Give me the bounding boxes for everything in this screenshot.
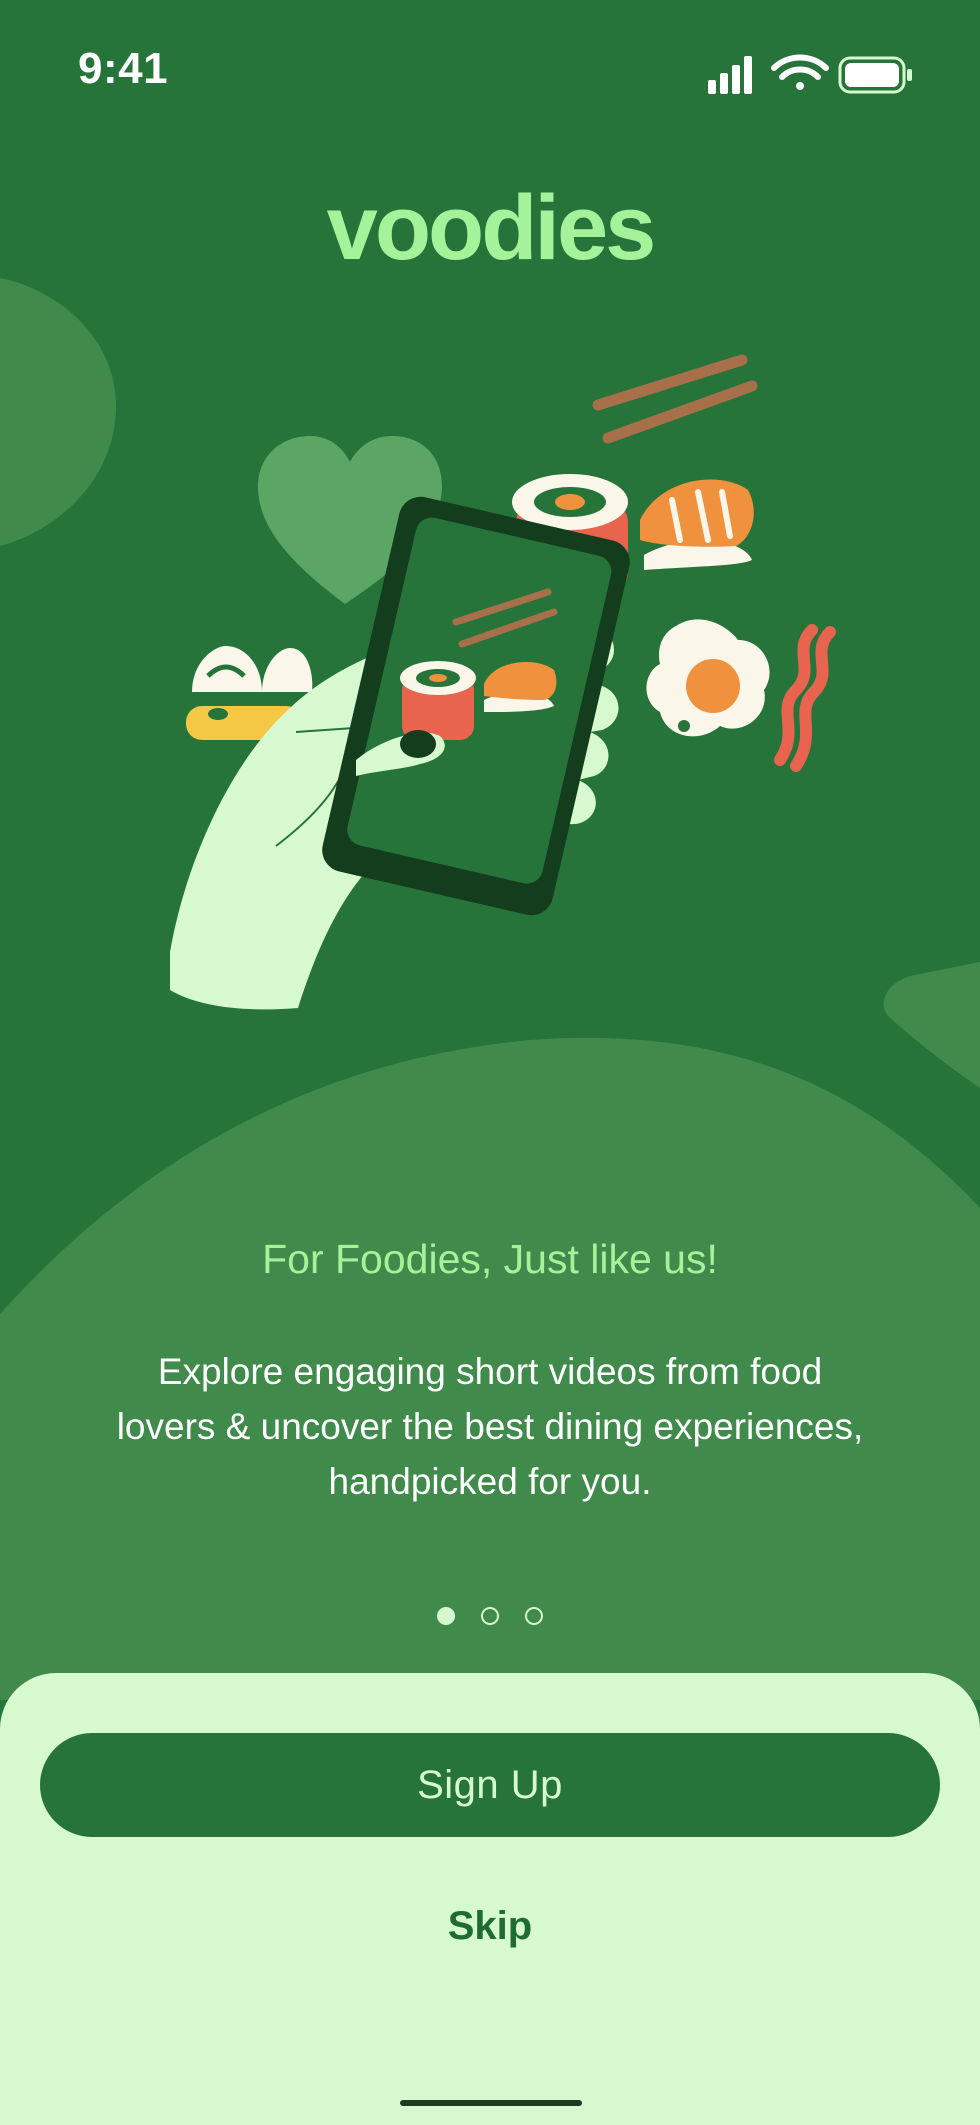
egg-icon	[646, 619, 770, 737]
status-icons	[708, 54, 912, 94]
sign-up-button[interactable]: Sign Up	[40, 1733, 940, 1837]
status-bar: 9:41	[0, 0, 980, 140]
onboarding-description: Explore engaging short videos from food …	[116, 1351, 864, 1502]
left-blob	[0, 278, 117, 546]
thumbnail-nail	[400, 730, 436, 758]
page-dot-2[interactable]	[481, 1607, 499, 1625]
onboarding-headline: For Foodies, Just like us!	[262, 1236, 718, 1282]
page-indicator	[0, 1607, 980, 1633]
chopsticks-icon	[592, 354, 758, 444]
nigiri-icon	[640, 479, 754, 570]
skip-button[interactable]: Skip	[340, 1883, 640, 1969]
onboarding-screen: 9:41 voodies For Foodies, Just like us! …	[0, 0, 980, 2125]
status-time: 9:41	[78, 44, 169, 93]
signal-icon	[708, 56, 752, 94]
right-blob	[883, 962, 980, 1088]
bacon-icon	[774, 624, 836, 772]
page-dot-3[interactable]	[525, 1607, 543, 1625]
battery-icon	[838, 56, 912, 94]
wifi-icon	[771, 54, 829, 90]
bottom-sheet: Sign Up Skip	[0, 1673, 980, 2125]
home-indicator	[400, 2100, 582, 2106]
page-dot-1[interactable]	[437, 1607, 455, 1625]
app-logo: voodies	[326, 177, 657, 279]
